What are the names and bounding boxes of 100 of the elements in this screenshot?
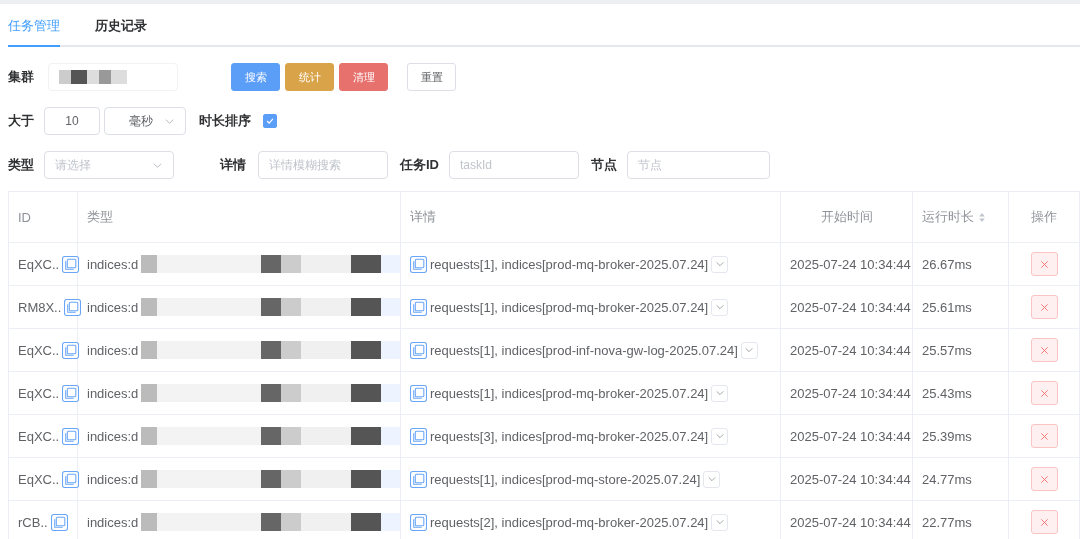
- copy-icon[interactable]: [62, 427, 80, 445]
- expand-button[interactable]: [711, 384, 729, 402]
- task-id-field[interactable]: taskId: [449, 151, 579, 179]
- copy-icon[interactable]: [50, 513, 68, 531]
- copy-icon[interactable]: [410, 427, 427, 445]
- node-field[interactable]: 节点: [627, 151, 770, 179]
- close-icon: [1039, 345, 1049, 355]
- unit-select[interactable]: 毫秒: [104, 107, 186, 135]
- table-cell: indices:d: [87, 428, 139, 444]
- redaction-block: [59, 70, 127, 84]
- table-cell: 26.67ms: [922, 256, 972, 272]
- delete-button[interactable]: [1030, 252, 1058, 276]
- copy-icon[interactable]: [64, 298, 82, 316]
- field-label: 任务ID: [400, 156, 439, 174]
- table-cell: requests[1], indices[prod-mq-broker-2025.07.24]: [430, 256, 709, 272]
- field-label: 大于: [8, 112, 34, 130]
- check-icon: [265, 116, 275, 126]
- copy-icon[interactable]: [62, 384, 80, 402]
- table-cell: 2025-07-24 10:34:44: [790, 256, 911, 272]
- table-cell: 2025-07-24 10:34:44: [790, 385, 911, 401]
- table-cell: 2025-07-24 10:34:44: [790, 514, 911, 530]
- chevron-down-icon: [744, 345, 755, 355]
- chevron-down-icon: [714, 259, 725, 269]
- copy-icon[interactable]: [410, 470, 427, 488]
- type-select[interactable]: 请选择: [44, 151, 174, 179]
- checkbox[interactable]: [263, 114, 277, 128]
- table-cell: RM8X..: [18, 299, 62, 315]
- expand-button[interactable]: [740, 341, 758, 359]
- table-cell: rCB..: [18, 514, 48, 530]
- table-cell: 24.77ms: [922, 471, 972, 487]
- table-cell: requests[2], indices[prod-mq-broker-2025.07.24]: [430, 514, 709, 530]
- table-cell: 25.57ms: [922, 342, 972, 358]
- table-cell: requests[1], indices[prod-mq-store-2025.07.24]: [430, 471, 701, 487]
- threshold-input[interactable]: 10: [44, 107, 100, 135]
- cluster-field[interactable]: [48, 63, 178, 91]
- table-cell: indices:d: [87, 256, 139, 272]
- chevron-down-icon: [714, 517, 725, 527]
- field-label: 详情: [220, 156, 246, 174]
- chevron-down-icon: [714, 431, 725, 441]
- copy-icon[interactable]: [62, 341, 80, 359]
- expand-button[interactable]: [711, 427, 729, 445]
- close-icon: [1039, 474, 1049, 484]
- column-header: 类型: [87, 209, 113, 224]
- copy-icon[interactable]: [62, 470, 80, 488]
- tab[interactable]: 任务管理: [8, 17, 60, 47]
- copy-icon[interactable]: [410, 341, 427, 359]
- expand-button[interactable]: [711, 255, 729, 273]
- delete-button[interactable]: [1030, 338, 1058, 362]
- close-icon: [1039, 302, 1049, 312]
- expand-button[interactable]: [703, 470, 721, 488]
- column-header: ID: [18, 209, 31, 225]
- copy-icon[interactable]: [410, 255, 427, 273]
- close-icon: [1039, 259, 1049, 269]
- table-cell: 25.43ms: [922, 385, 972, 401]
- delete-button[interactable]: [1030, 381, 1058, 405]
- delete-button[interactable]: [1030, 467, 1058, 491]
- chevron-down-icon: [714, 302, 725, 312]
- table-cell: 2025-07-24 10:34:44: [790, 428, 911, 444]
- field-label: 集群: [8, 68, 34, 86]
- field-label: 时长排序: [199, 112, 251, 130]
- table-cell: indices:d: [87, 299, 139, 315]
- table-cell: 25.39ms: [922, 428, 972, 444]
- copy-icon[interactable]: [62, 255, 80, 273]
- copy-icon[interactable]: [410, 513, 427, 531]
- table-cell: EqXC..: [18, 471, 60, 487]
- expand-button[interactable]: [711, 513, 729, 531]
- table-cell: EqXC..: [18, 342, 60, 358]
- table-cell: EqXC..: [18, 428, 60, 444]
- expand-button[interactable]: [711, 298, 729, 316]
- table-cell: indices:d: [87, 471, 139, 487]
- table-cell: indices:d: [87, 342, 139, 358]
- table-cell: 25.61ms: [922, 299, 972, 315]
- close-icon: [1039, 431, 1049, 441]
- detail-search-field[interactable]: 详情模糊搜索: [258, 151, 388, 179]
- action-button[interactable]: 清理: [339, 63, 388, 91]
- table-cell: 22.77ms: [922, 514, 972, 530]
- table-cell: requests[1], indices[prod-mq-broker-2025.07.24]: [430, 299, 709, 315]
- table-cell: requests[3], indices[prod-mq-broker-2025.07.24]: [430, 428, 709, 444]
- table-cell: 2025-07-24 10:34:44: [790, 471, 911, 487]
- column-header: 运行时长: [922, 209, 974, 224]
- sort-icon[interactable]: [978, 212, 986, 224]
- column-header: 详情: [410, 209, 436, 224]
- table-cell: EqXC..: [18, 256, 60, 272]
- delete-button[interactable]: [1030, 295, 1058, 319]
- action-button[interactable]: 重置: [407, 63, 456, 91]
- column-header: 操作: [1031, 209, 1057, 224]
- copy-icon[interactable]: [410, 298, 427, 316]
- chevron-down-icon: [714, 388, 725, 398]
- table-cell: indices:d: [87, 385, 139, 401]
- delete-button[interactable]: [1030, 424, 1058, 448]
- copy-icon[interactable]: [410, 384, 427, 402]
- action-button[interactable]: 搜索: [231, 63, 280, 91]
- close-icon: [1039, 517, 1049, 527]
- table-cell: requests[1], indices[prod-mq-broker-2025.07.24]: [430, 385, 709, 401]
- chevron-down-icon: [706, 474, 717, 484]
- table-cell: EqXC..: [18, 385, 60, 401]
- field-label: 类型: [8, 156, 34, 174]
- action-button[interactable]: 统计: [285, 63, 334, 91]
- tab[interactable]: 历史记录: [95, 17, 147, 47]
- delete-button[interactable]: [1030, 510, 1058, 534]
